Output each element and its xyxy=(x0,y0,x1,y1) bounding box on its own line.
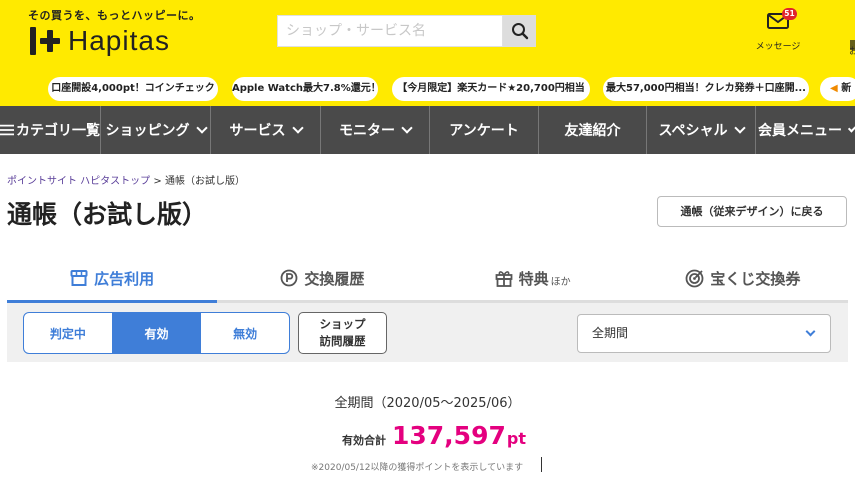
nav-label: 友達紹介 xyxy=(564,123,621,139)
chevron-down-icon xyxy=(805,326,816,337)
nav-special[interactable]: スペシャル xyxy=(647,106,756,154)
campaign-link[interactable]: Apple Watch最大7.8%還元！ xyxy=(232,77,378,101)
valid-total-label: 有効合計 xyxy=(342,434,386,447)
nav-label: スペシャル xyxy=(658,123,728,139)
chevron-down-icon xyxy=(401,122,413,134)
chevron-down-icon xyxy=(847,123,855,133)
valid-total: 有効合計 137,597 pt xyxy=(342,421,526,450)
search-icon xyxy=(511,23,528,40)
hamburger-icon xyxy=(0,124,14,136)
campaign-link-label: 新 xyxy=(841,83,852,94)
nav-label: モニター xyxy=(339,123,395,139)
shop-visit-history-button[interactable]: ショップ 訪問履歴 xyxy=(298,312,387,354)
breadcrumb-current: 通帳（お試し版） xyxy=(164,176,245,187)
logo-text: Hapitas xyxy=(68,25,170,56)
campaign-link[interactable]: 最大57,000円相当！クレカ発券＋口座開... xyxy=(603,77,809,101)
shop-visit-history-line1: ショップ xyxy=(319,317,366,331)
gift-icon xyxy=(495,270,513,287)
chevron-down-icon xyxy=(733,122,746,134)
messages-label: メッセージ xyxy=(755,42,801,52)
chevron-down-icon xyxy=(195,122,208,134)
tab-benefits[interactable]: 特典 ほか xyxy=(428,256,638,300)
nav-monitor[interactable]: モニター xyxy=(321,106,430,154)
tab-lottery-tickets[interactable]: 宝くじ交換券 xyxy=(638,256,848,300)
points-note: ※2020/05/12以降の獲得ポイントを表示しています xyxy=(311,463,524,473)
status-invalid-option[interactable]: 無効 xyxy=(201,313,289,353)
page-title: 通帳（お試し版） xyxy=(7,200,208,229)
nav-label: カテゴリ一覧 xyxy=(16,123,100,139)
breadcrumb-separator: > xyxy=(153,176,162,187)
campaign-link[interactable]: 口座開設4,000pt！コインチェック xyxy=(48,77,218,101)
nav-label: ショッピング xyxy=(105,123,190,139)
tab-ad-usage[interactable]: 広告利用 xyxy=(7,256,218,303)
nav-label: サービス xyxy=(229,123,286,139)
tagline: その買うを、もっとハッピーに。 xyxy=(28,9,201,22)
status-valid-option[interactable]: 有効 xyxy=(112,313,202,353)
global-nav: カテゴリ一覧 ショッピング サービス モニター アンケート 友達紹介 スペシャル… xyxy=(0,106,855,154)
breadcrumb: ポイントサイト ハピタストップ > 通帳（お試し版） xyxy=(7,172,245,187)
period-select-value: 全期間 xyxy=(592,326,629,340)
period-range: 全期間（2020/05〜2025/06） xyxy=(334,396,521,411)
message-count-badge: 51 xyxy=(782,8,797,20)
point-icon xyxy=(280,269,298,287)
nav-category-list[interactable]: カテゴリ一覧 xyxy=(0,106,101,154)
breadcrumb-home-link[interactable]: ポイントサイト ハピタストップ xyxy=(7,176,150,187)
campaign-link[interactable]: 【今月限定】楽天カード★20,700円相当 xyxy=(392,77,590,101)
passbook-tabs: 広告利用 交換履歴 特典 ほか 宝くじ交換券 xyxy=(7,256,848,303)
status-segmented-control: 判定中 有効 無効 xyxy=(23,312,290,354)
valid-total-value: 137,597 xyxy=(392,421,506,450)
search-box xyxy=(277,15,503,47)
logo-mark-icon xyxy=(28,25,60,57)
tab-exchange-history[interactable]: 交換履歴 xyxy=(217,256,427,300)
hapitas-logo[interactable]: Hapitas xyxy=(28,24,170,58)
status-pending-option[interactable]: 判定中 xyxy=(24,313,113,353)
site-header: その買うを、もっとハッピーに。 Hapitas メッセージ 51 お 口座開設4… xyxy=(0,0,855,106)
campaign-link[interactable]: ◀ 新 xyxy=(820,77,855,101)
nav-survey[interactable]: アンケート xyxy=(430,106,539,154)
nav-shopping[interactable]: ショッピング xyxy=(101,106,211,154)
nav-label: アンケート xyxy=(449,123,519,139)
tab-label: 特典 xyxy=(518,269,549,288)
nav-services[interactable]: サービス xyxy=(211,106,321,154)
search-button[interactable] xyxy=(503,15,536,47)
search-input[interactable] xyxy=(278,16,502,46)
shop-visit-history-line2: 訪問履歴 xyxy=(319,334,366,348)
text-cursor xyxy=(541,457,542,472)
tab-label: 宝くじ交換券 xyxy=(710,269,801,288)
tab-suffix: ほか xyxy=(550,276,571,288)
lottery-icon xyxy=(685,269,704,287)
header-edge-icon xyxy=(850,40,855,50)
points-unit: pt xyxy=(506,429,526,448)
nav-member-menu[interactable]: 会員メニュー xyxy=(756,106,855,154)
tab-label: 広告利用 xyxy=(94,269,155,288)
tab-label: 交換履歴 xyxy=(304,269,365,288)
filter-bar: 判定中 有効 無効 ショップ 訪問履歴 全期間 xyxy=(7,303,848,362)
classic-design-button[interactable]: 通帳（従来デザイン）に戻る xyxy=(657,196,847,227)
megaphone-icon: ◀ xyxy=(830,83,838,94)
nav-referral[interactable]: 友達紹介 xyxy=(539,106,647,154)
chevron-down-icon xyxy=(291,122,304,134)
storefront-icon xyxy=(70,270,88,286)
nav-label: 会員メニュー xyxy=(758,123,842,139)
period-select[interactable]: 全期間 xyxy=(577,314,831,353)
